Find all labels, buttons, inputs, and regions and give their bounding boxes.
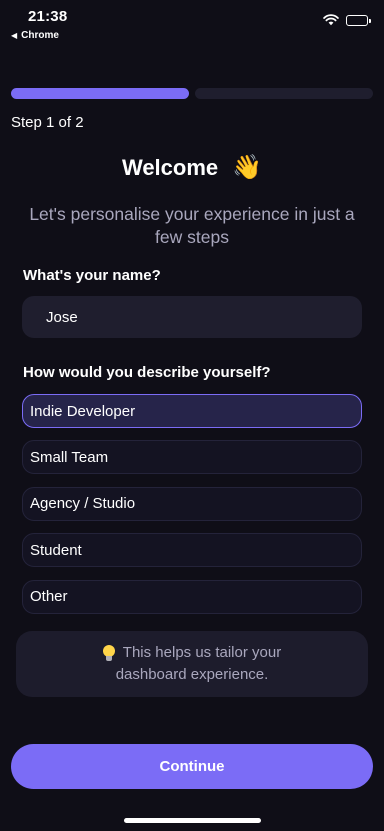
option-label: Small Team	[30, 448, 109, 466]
step-label: Step 1 of 2	[11, 114, 84, 131]
page-subtitle: Let's personalise your experience in jus…	[29, 204, 355, 247]
option-small-team[interactable]: Small Team	[22, 440, 362, 475]
name-question-label: What's your name?	[23, 267, 161, 284]
tip-line-1: This helps us tailor your	[122, 644, 282, 661]
back-app-label: Chrome	[21, 30, 59, 41]
back-to-app-button[interactable]: ◀ Chrome	[11, 30, 59, 41]
lightbulb-icon	[102, 645, 115, 661]
describe-question-label: How would you describe yourself?	[23, 364, 271, 381]
option-indie-developer[interactable]: Indie Developer	[22, 394, 362, 428]
option-student[interactable]: Student	[22, 533, 362, 568]
option-label: Other	[30, 588, 68, 606]
option-label: Agency / Studio	[30, 495, 136, 513]
tip-line-2: dashboard experience.	[115, 666, 269, 683]
step-progress-bar	[11, 88, 373, 99]
info-tip-card: This helps us tailor your dashboard expe…	[16, 631, 368, 697]
option-agency-studio[interactable]: Agency / Studio	[22, 486, 362, 521]
back-triangle-icon: ◀	[11, 31, 18, 40]
home-indicator[interactable]	[124, 818, 261, 823]
battery-icon	[346, 14, 371, 26]
progress-segment-complete	[11, 88, 189, 99]
page-title: Welcome 👋	[0, 155, 384, 181]
continue-button[interactable]: Continue	[11, 744, 373, 789]
option-label: Student	[30, 541, 82, 559]
status-indicators	[323, 14, 371, 26]
option-label: Indie Developer	[30, 402, 136, 420]
wifi-icon	[323, 14, 339, 26]
progress-segment-pending	[195, 88, 373, 99]
status-time: 21:38	[28, 8, 68, 25]
welcome-title: Welcome	[121, 155, 219, 180]
option-other[interactable]: Other	[22, 579, 362, 614]
onboarding-screen: 21:38 ◀ Chrome Step 1 of 2 Welcome 👋 Let…	[0, 0, 384, 831]
role-options: Indie Developer Small Team Agency / Stud…	[22, 394, 362, 626]
name-input[interactable]	[22, 296, 362, 338]
waving-hand-icon: 👋	[232, 154, 263, 181]
